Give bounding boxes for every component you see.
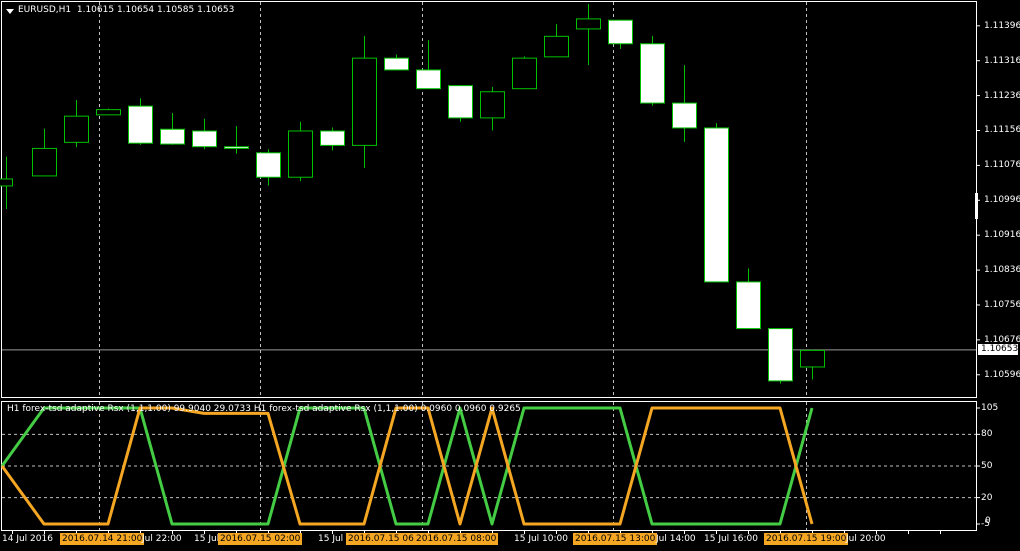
candle-body [704,127,729,283]
indicator-title: H1 forex-tsd adaptive Rsx (1,1,1.00) 99.… [7,404,521,414]
indicator-axis-label: 105 [981,403,999,413]
time-axis-label: 15 Jul [194,534,220,544]
price-axis-label: 1.10756 [984,299,1020,310]
price-axis-label: 1.11316 [984,55,1020,66]
current-price-label: 1.10653 [978,343,1018,355]
candle-body [256,152,281,178]
time-axis-label: 14 Jul 2016 [2,534,53,544]
candle-body [448,85,473,119]
candle-body [800,349,825,368]
candle-body [128,105,153,144]
axis-scroll-marker [975,193,978,219]
candle-body [224,146,249,149]
candle-body [480,91,505,119]
candle-body [352,57,377,146]
price-panel-frame [1,1,977,398]
time-axis-label: Jul 22:00 [142,534,182,544]
indicator-axis-label: 20 [981,492,993,503]
price-axis-label: 1.10596 [984,369,1020,380]
candle-body [32,147,57,177]
chart-window[interactable]: EURUSD,H1 1.10615 1.10654 1.10585 1.1065… [0,0,1020,551]
candle-body [640,43,665,104]
chart-canvas[interactable] [0,0,1020,551]
time-axis-highlight-label: 2016.07.15 02:00 [218,533,303,545]
time-axis-label: Jul 20:00 [846,534,886,544]
indicator-axis-label: 50 [981,461,993,471]
time-axis-label: 15 Jul 10:00 [514,534,568,544]
time-axis-highlight-label: 2016.07.15 19:00 [764,533,849,545]
candle-body [320,130,345,146]
candle-body [288,130,313,178]
candle-body [672,102,697,129]
indicator-axis-label: 80 [981,429,993,440]
time-axis-label: Jul 14:00 [656,534,696,544]
time-axis-label: 15 Jul [318,534,344,544]
candle-body [160,128,185,145]
price-axis-label: 1.11156 [984,125,1020,136]
price-axis-label: 1.11236 [984,90,1020,101]
candle-body [0,178,13,187]
candle-body [64,115,89,143]
time-axis-highlight-label: 2016.07.14 21:00 [60,533,145,545]
candle-body [736,281,761,330]
time-axis-highlight-label: 2016.07.15 08:00 [414,533,499,545]
chart-title: EURUSD,H1 1.10615 1.10654 1.10585 1.1065… [18,5,234,16]
price-axis-label: 1.10836 [984,265,1020,276]
candle-body [544,35,569,58]
time-axis-highlight-label: 2016.07.15 13:00 [573,533,658,545]
dropdown-triangle-icon[interactable] [6,9,14,14]
symbol-label: EURUSD,H1 [18,5,72,15]
candle-body [768,328,793,382]
price-axis-label: 1.10996 [984,195,1020,206]
candle-body [576,18,601,30]
price-axis-label: 1.11396 [984,20,1020,31]
ohlc-label: 1.10615 1.10654 1.10585 1.10653 [76,5,235,15]
price-axis-label: 1.11076 [984,160,1020,171]
candle-body [512,57,537,90]
indicator-axis-label: 0 [985,515,991,526]
candle-body [96,109,121,116]
candle-body [608,19,633,45]
candle-body [416,69,441,90]
candle-body [384,57,409,71]
price-axis-label: 1.10916 [984,230,1020,241]
candle-body [192,130,217,148]
time-axis-label: 15 Jul 16:00 [704,534,758,544]
